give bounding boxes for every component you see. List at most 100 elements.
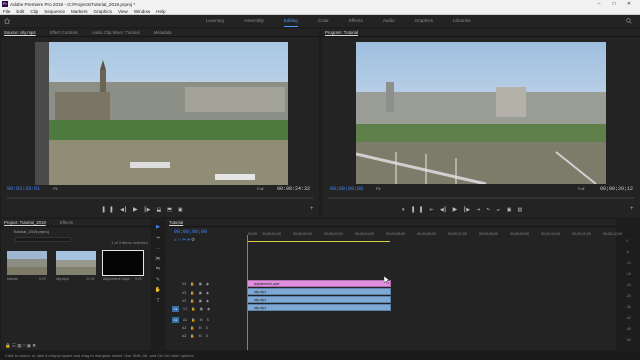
track-select-tool-icon[interactable]: ↠ [156,233,160,244]
workspace-tab-effects[interactable]: Effects [349,15,363,27]
project-item-thumbnail[interactable] [56,251,96,275]
timeline-settings-icon[interactable]: ⚙ [191,237,195,242]
menu-file[interactable]: File [3,9,10,14]
lift-icon[interactable]: ⬑ [486,207,490,213]
slip-tool-icon[interactable]: ⇆ [156,264,160,275]
project-item-thumbnail[interactable] [102,250,144,276]
track-header-a2[interactable]: A2 🔓 M S [182,324,212,332]
program-add-marker-icon[interactable]: ▾ [402,207,405,213]
sync-lock-icon[interactable]: ▣ [199,299,202,303]
eye-icon[interactable]: ◉ [207,307,210,311]
trash-icon[interactable]: ✖ [32,343,36,348]
menu-edit[interactable]: Edit [16,9,24,14]
lock-track-icon[interactable]: 🔓 [190,282,194,286]
source-add-button[interactable]: + [310,206,314,212]
eye-icon[interactable]: ◉ [206,282,209,286]
nest-icon[interactable]: ≡ [174,237,177,242]
tab-effects[interactable]: Effects [60,220,73,225]
program-add-button[interactable]: + [630,206,634,212]
tab-effect-controls[interactable]: Effect Controls [50,30,78,35]
new-item-icon[interactable]: ▣ [27,343,31,348]
step-back-icon[interactable]: ◀┃ [120,207,127,213]
export-frame-icon[interactable]: ▣ [178,207,183,213]
ripple-edit-tool-icon[interactable]: ↔ [156,243,161,254]
menu-help[interactable]: Help [156,9,165,14]
mark-in-icon[interactable]: ▐ [101,207,105,213]
menu-markers[interactable]: Markers [71,9,88,14]
program-go-to-in-icon[interactable]: ⇤ [430,207,434,213]
insert-icon[interactable]: ⬓ [156,207,161,213]
snap-icon[interactable]: ∩ [178,237,181,242]
program-current-timecode[interactable]: 00;00;00;00 [330,186,363,192]
workspace-tab-color[interactable]: Color [318,15,329,27]
source-current-timecode[interactable]: 00:03:33:01 [7,186,40,192]
track-header-v2[interactable]: V2 🔓 ▣ ◉ [182,297,213,305]
track-header-a3[interactable]: A3 🔓 M S [182,332,212,340]
type-tool-icon[interactable]: T [156,296,159,307]
lock-track-icon[interactable]: 🔓 [191,307,195,311]
source-resolution-select[interactable]: Full [257,186,263,191]
source-zoom-select[interactable]: Fit [53,186,57,191]
mute-icon[interactable]: M [200,318,203,322]
menu-view[interactable]: View [118,9,128,14]
tab-timeline-sequence[interactable]: Tutorial [169,220,183,225]
workspace-tab-assembly[interactable]: Assembly [244,15,264,27]
home-icon[interactable] [4,18,10,24]
workspace-tab-graphics[interactable]: Graphics [415,15,433,27]
workspace-tab-learning[interactable]: Learning [206,15,224,27]
source-patch-a1[interactable]: A1 [172,317,179,323]
lock-track-icon[interactable]: 🔓 [190,291,194,295]
timeline-clip-video[interactable]: city.mp4 [247,296,391,303]
workspace-tab-editing[interactable]: Editing [283,15,298,27]
program-resolution-select[interactable]: Full [578,186,584,191]
add-marker-icon[interactable]: ▾ [187,237,189,242]
program-step-back-icon[interactable]: ◀┃ [440,207,447,213]
solo-icon[interactable]: S [207,318,209,322]
eye-icon[interactable]: ◉ [206,291,209,295]
workspace-tab-libraries[interactable]: Libraries [453,15,471,27]
lock-track-icon[interactable]: 🔓 [190,299,194,303]
menu-clip[interactable]: Clip [30,9,38,14]
work-area-bar[interactable] [248,241,390,242]
new-bin-icon[interactable]: □ [23,343,26,348]
program-mark-in-icon[interactable]: ▐ [411,207,415,213]
menu-sequence[interactable]: Sequence [44,9,65,14]
lock-icon[interactable]: 🔒 [5,343,11,348]
track-header-v4[interactable]: V4 🔓 ▣ ◉ [182,280,213,288]
source-video-frame[interactable] [35,42,288,185]
maximize-button[interactable]: □ [607,0,621,8]
lock-track-icon[interactable]: 🔓 [190,326,194,330]
tab-source[interactable]: Source: city.mp4 [4,30,36,35]
program-go-to-out-icon[interactable]: ⇥ [476,207,480,213]
mark-out-icon[interactable]: ▌ [111,207,115,213]
sync-lock-icon[interactable]: ▣ [199,291,202,295]
comparison-view-icon[interactable]: ▨ [517,207,522,213]
tab-metadata[interactable]: Metadata [154,30,172,35]
source-time-ruler[interactable] [7,197,313,199]
play-icon[interactable]: ▶ [133,206,138,213]
tab-audio-clip-mixer[interactable]: Audio Clip Mixer: Tutorial [92,30,140,35]
step-forward-icon[interactable]: ┃▶ [144,207,151,213]
program-video-frame[interactable] [356,42,606,184]
timeline-clip-video[interactable]: city.mp4 [247,288,391,295]
search-icon[interactable] [626,18,632,24]
hand-tool-icon[interactable]: ✋ [155,285,161,296]
timeline-clip-video[interactable]: city.mp4 [247,304,391,311]
program-play-icon[interactable]: ▶ [453,206,458,213]
track-header-v3[interactable]: V3 🔓 ▣ ◉ [182,289,213,297]
close-button[interactable]: ✕ [622,0,636,8]
extract-icon[interactable]: ⬐ [497,207,501,213]
timeline-clip-adjustment-layer[interactable]: Adjustment Layer [247,280,391,287]
track-header-a1[interactable]: A1 A1 🔓 M S [172,316,213,324]
minimize-button[interactable]: – [592,0,606,8]
lock-track-icon[interactable]: 🔓 [191,318,195,322]
project-search-input[interactable] [15,237,71,242]
track-header-v1[interactable]: V1 V1 🔓 ▣ ◉ [172,305,214,313]
menu-graphics[interactable]: Graphics [94,9,112,14]
tab-project[interactable]: Project: Tutorial_2019 [4,220,46,225]
lock-track-icon[interactable]: 🔓 [190,334,194,338]
timeline-current-timecode[interactable]: 00;00;00;00 [174,229,207,235]
program-mark-out-icon[interactable]: ▌ [420,207,424,213]
project-item-thumbnail[interactable] [7,251,47,275]
solo-icon[interactable]: S [206,334,208,338]
